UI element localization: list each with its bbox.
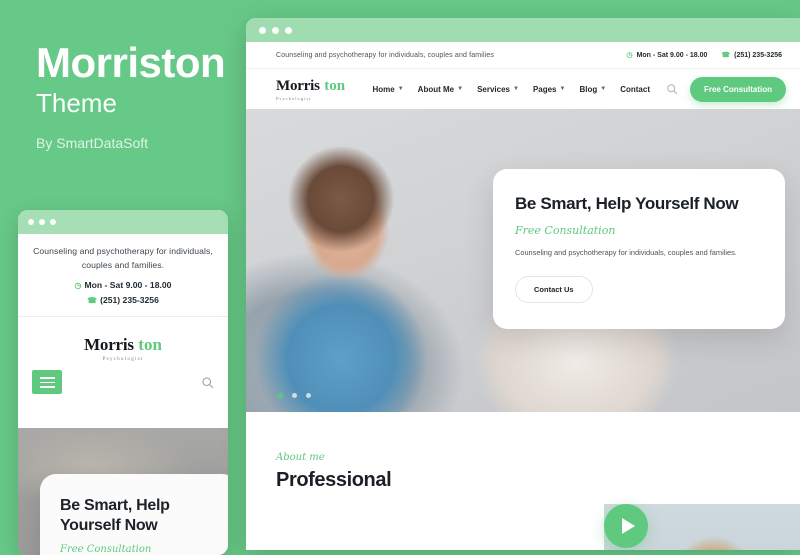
hero-title: Be Smart, Help Yourself Now <box>515 194 739 213</box>
desktop-logo-main: Morris <box>276 78 320 94</box>
free-consultation-button[interactable]: Free Consultation <box>689 76 786 102</box>
window-dot-maximize-icon[interactable] <box>50 219 56 225</box>
desktop-topbar-contact: ◷ Mon - Sat 9.00 - 18.00 ☎ (251) 235-325… <box>626 51 782 60</box>
nav-item-about-me[interactable]: About Me ▼ <box>418 85 463 94</box>
desktop-hours-label: Mon - Sat 9.00 - 18.00 <box>636 51 708 59</box>
mobile-hours-row: ◷ Mon - Sat 9.00 - 18.00 <box>30 278 216 293</box>
desktop-mockup: Counseling and psychotherapy for individ… <box>246 18 800 550</box>
chevron-down-icon: ▼ <box>559 86 566 92</box>
hamburger-icon[interactable] <box>32 370 62 395</box>
mobile-topbar: Counseling and psychotherapy for individ… <box>18 234 228 318</box>
nav-item-blog[interactable]: Blog ▼ <box>579 85 606 94</box>
desktop-logo-subtitle: Psychologist <box>276 96 312 101</box>
nav-item-pages[interactable]: Pages ▼ <box>533 85 566 94</box>
hero-description: Counseling and psychotherapy for individ… <box>515 248 737 258</box>
mobile-hero: Be Smart, Help Yourself Now Free Consult… <box>18 428 228 555</box>
slider-dot-2[interactable] <box>292 393 297 398</box>
slider-dot-1[interactable] <box>278 393 283 398</box>
about-section: About me Professional <box>246 412 800 550</box>
nav-label: Home <box>372 84 395 94</box>
mobile-hours: Mon - Sat 9.00 - 18.00 <box>84 280 172 291</box>
nav-item-contact[interactable]: Contact <box>620 85 650 94</box>
hero-script-label: Free Consultation <box>515 224 616 238</box>
mobile-phone: (251) 235-3256 <box>100 295 159 306</box>
phone-icon: ☎ <box>721 52 731 59</box>
play-icon[interactable] <box>604 504 648 548</box>
nav-label: Services <box>477 84 510 94</box>
window-dot-minimize-icon[interactable] <box>272 26 279 34</box>
mobile-logo-accent: ton <box>138 335 162 355</box>
chevron-down-icon: ▼ <box>600 86 607 92</box>
search-icon[interactable] <box>666 83 678 95</box>
nav-label: Pages <box>532 84 557 94</box>
mobile-contact-info: ◷ Mon - Sat 9.00 - 18.00 ☎ (251) 235-3256 <box>30 278 216 308</box>
mobile-tagline: Counseling and psychotherapy for individ… <box>33 246 213 271</box>
window-dot-close-icon[interactable] <box>28 219 34 225</box>
desktop-topbar: Counseling and psychotherapy for individ… <box>246 42 800 69</box>
desktop-navbar: Morris ton Psychologist Home ▼ About Me … <box>246 69 800 109</box>
mobile-phone-row[interactable]: ☎ (251) 235-3256 <box>30 293 216 308</box>
desktop-browser-chrome <box>246 18 800 42</box>
desktop-menu: Home ▼ About Me ▼ Services ▼ Pages ▼ Blo… <box>372 85 650 94</box>
chevron-down-icon: ▼ <box>397 86 404 92</box>
chevron-down-icon: ▼ <box>512 86 519 92</box>
slider-dot-3[interactable] <box>306 393 311 398</box>
promo-subtitle: Theme <box>36 87 117 118</box>
window-dot-close-icon[interactable] <box>259 26 266 34</box>
mobile-logo-main: Morris <box>84 335 134 355</box>
desktop-logo[interactable]: Morris ton Psychologist <box>276 77 345 101</box>
mobile-logo-subtitle: Psychologist <box>102 356 144 363</box>
desktop-phone-label: (251) 235-3256 <box>734 51 782 59</box>
clock-icon: ◷ <box>626 52 633 59</box>
mobile-hero-card: Be Smart, Help Yourself Now Free Consult… <box>40 474 228 555</box>
desktop-logo-accent: ton <box>324 78 346 94</box>
phone-icon: ☎ <box>87 296 98 306</box>
window-dot-minimize-icon[interactable] <box>39 219 45 225</box>
search-icon[interactable] <box>201 376 214 389</box>
promo-byline: By SmartDataSoft <box>36 135 149 152</box>
nav-label: Blog <box>579 84 598 94</box>
mobile-hero-script: Free Consultation <box>60 543 152 555</box>
mobile-hero-title: Be Smart, Help Yourself Now <box>60 497 170 535</box>
hero-card: Be Smart, Help Yourself Now Free Consult… <box>493 169 785 330</box>
nav-item-home[interactable]: Home ▼ <box>372 85 403 94</box>
desktop-phone[interactable]: ☎ (251) 235-3256 <box>721 51 782 60</box>
nav-label: Contact <box>620 84 650 94</box>
mobile-nav-row <box>18 368 228 406</box>
nav-item-services[interactable]: Services ▼ <box>477 85 519 94</box>
clock-icon: ◷ <box>74 281 82 291</box>
window-dot-maximize-icon[interactable] <box>285 26 292 34</box>
mobile-browser-chrome <box>18 210 228 234</box>
page-title: Morriston <box>36 39 226 86</box>
slider-dots <box>278 393 311 398</box>
desktop-hero-slider: Be Smart, Help Yourself Now Free Consult… <box>246 109 800 412</box>
mobile-mockup: Counseling and psychotherapy for individ… <box>18 210 228 555</box>
promo-block: Morriston Theme By SmartDataSoft <box>36 39 266 152</box>
desktop-hours: ◷ Mon - Sat 9.00 - 18.00 <box>626 51 708 60</box>
nav-label: About Me <box>417 84 455 94</box>
mobile-logo[interactable]: Morris ton Psychologist <box>18 317 228 368</box>
desktop-tagline: Counseling and psychotherapy for individ… <box>276 51 495 59</box>
about-video-block <box>604 458 800 550</box>
contact-us-button[interactable]: Contact Us <box>515 276 593 304</box>
chevron-down-icon: ▼ <box>457 86 464 92</box>
page-background: Morriston Theme By SmartDataSoft Counsel… <box>0 0 800 555</box>
